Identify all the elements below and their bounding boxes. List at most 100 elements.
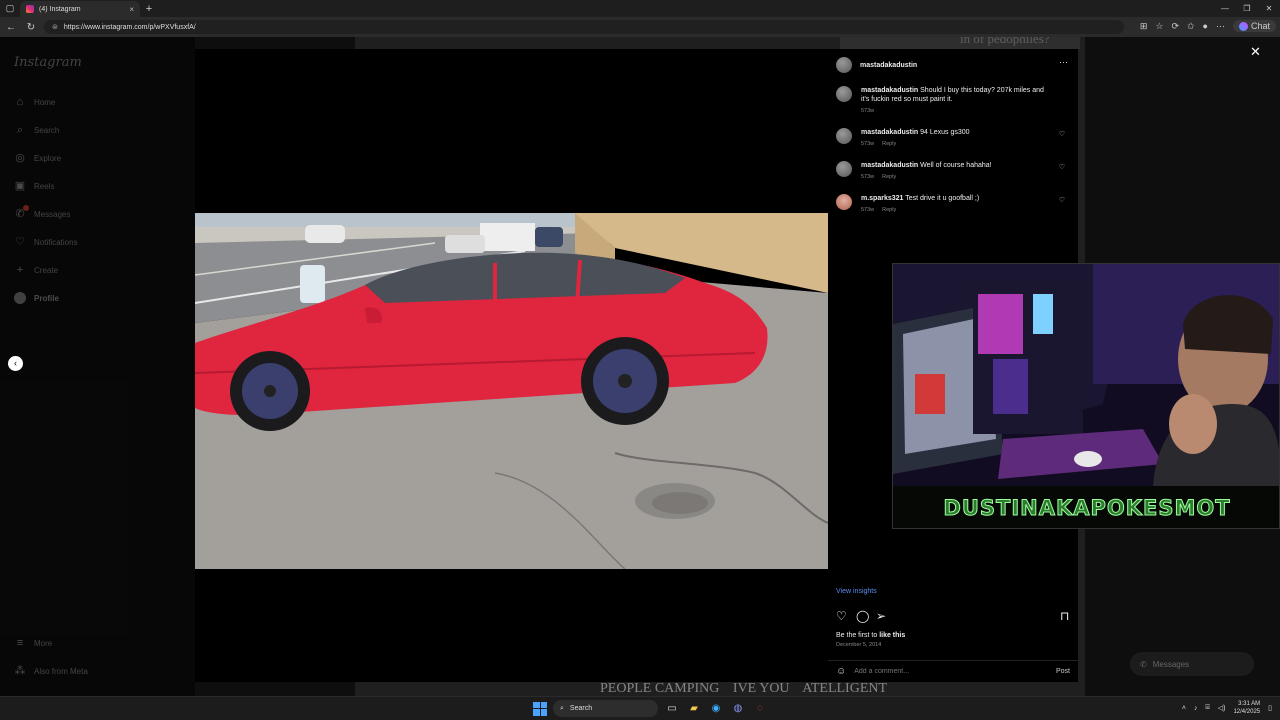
close-modal-icon[interactable]: ✕ — [1250, 44, 1261, 60]
like-comment-heart-icon[interactable]: ♡ — [1059, 163, 1065, 171]
restore-icon[interactable]: ❐ — [1236, 0, 1258, 17]
comment-item: m.sparks321 Test drive it u goofball ;) … — [836, 194, 1071, 213]
clock-time: 3:31 AM — [1238, 701, 1261, 707]
comment-text: 94 Lexus gs300 — [920, 129, 970, 136]
address-bar[interactable]: ⊜ https://www.instagram.com/p/wPXVfusxfA… — [44, 20, 1124, 34]
share-send-icon[interactable]: ➢ — [876, 609, 886, 623]
discord-icon[interactable]: ◍ — [730, 701, 746, 717]
comment-age: 573w — [861, 141, 875, 147]
post-header: mastadakadustin — [836, 57, 917, 73]
profile-icon[interactable]: ● — [1203, 21, 1208, 31]
comment-bubble-icon[interactable]: ◯ — [856, 609, 869, 623]
minimize-icon[interactable]: — — [1214, 0, 1236, 17]
browser-toolbar: ← ↻ ⊜ https://www.instagram.com/p/wPXVfu… — [0, 17, 1280, 37]
avatar[interactable] — [836, 86, 852, 102]
view-insights-link[interactable]: View insights — [836, 588, 877, 595]
comment-text: Test drive it u goofball ;) — [905, 195, 980, 202]
tray-overflow-icon[interactable]: ˄ — [1182, 705, 1186, 712]
browser-tab[interactable]: (4) Instagram × — [20, 1, 140, 17]
bookmark-icon[interactable]: ⊓ — [1060, 609, 1069, 623]
taskbar-search-label: Search — [569, 705, 593, 712]
obs-icon[interactable]: ◌ — [752, 701, 768, 717]
comment-item: mastadakadustin 94 Lexus gs300 573w Reply… — [836, 128, 1071, 147]
comment-age: 573w — [861, 108, 875, 114]
copilot-icon — [1238, 21, 1248, 31]
like-comment-heart-icon[interactable]: ♡ — [1059, 130, 1065, 138]
instagram-favicon-icon — [26, 5, 34, 13]
favorite-star-icon[interactable]: ☆ — [1155, 21, 1163, 32]
likes-summary: Be the first to like this — [836, 632, 905, 639]
comment-user[interactable]: mastadakadustin — [861, 162, 918, 169]
reply-button[interactable]: Reply — [882, 141, 896, 147]
extensions-icon[interactable]: ⟳ — [1171, 21, 1179, 32]
clock-date: 12/4/2025 — [1233, 709, 1261, 715]
avatar[interactable] — [836, 57, 852, 73]
instagram-page: in of pedophiles? PEOPLE CAMPING IVE YOU… — [0, 37, 1280, 696]
copilot-chat-button[interactable]: Chat — [1232, 20, 1276, 32]
comment-user[interactable]: mastadakadustin — [861, 129, 918, 136]
add-comment-input[interactable] — [854, 668, 1048, 675]
comment-text: Well of course hahaha! — [920, 162, 992, 169]
refresh-icon[interactable]: ↻ — [24, 22, 38, 33]
clock[interactable]: 3:31 AM 12/4/2025 — [1233, 700, 1260, 716]
app-available-icon[interactable]: ⊞ — [1140, 21, 1148, 32]
messages-pill-label: Messages — [1152, 659, 1190, 669]
taskbar-search[interactable]: ⌕ Search — [553, 700, 658, 717]
like-this-link[interactable]: like this — [879, 632, 905, 639]
post-actions: ♡ ◯ ➢ ⊓ — [836, 609, 1074, 623]
settings-more-icon[interactable]: ⋯ — [1216, 21, 1225, 32]
edge-browser-icon[interactable]: ◉ — [708, 701, 724, 717]
comment-item: mastadakadustin Well of course hahaha! 5… — [836, 161, 1071, 180]
windows-start-icon[interactable] — [533, 701, 547, 716]
reply-button[interactable]: Reply — [882, 207, 896, 213]
notification-bell-icon[interactable]: ▯ — [1268, 704, 1272, 712]
reply-button[interactable]: Reply — [882, 174, 896, 180]
like-comment-heart-icon[interactable]: ♡ — [1059, 196, 1065, 204]
screen: { "browser": { "tab_title": "(4) Instagr… — [0, 0, 1280, 720]
site-info-icon[interactable]: ⊜ — [52, 23, 58, 31]
avatar[interactable] — [836, 128, 852, 144]
webcam-scene — [893, 264, 1279, 486]
windows-taskbar: ⌕ Search ▭ ▰ ◉ ◍ ◌ ˄ ♪ ⌸ ◁) 3:31 AM 12/4… — [0, 696, 1280, 720]
likes-prefix: Be the first to — [836, 632, 880, 639]
microphone-icon[interactable]: ♪ — [1194, 705, 1198, 712]
task-view-icon[interactable]: ▭ — [664, 701, 680, 717]
taskbar-apps: ⌕ Search ▭ ▰ ◉ ◍ ◌ — [533, 700, 768, 717]
stream-name-banner: DUSTINAKAPOKESMOT — [893, 486, 1279, 528]
file-explorer-icon[interactable]: ▰ — [686, 701, 702, 717]
chat-label: Chat — [1250, 21, 1270, 31]
previous-post-button[interactable]: ‹ — [8, 356, 23, 371]
search-icon: ⌕ — [560, 704, 564, 712]
tab-title: (4) Instagram — [39, 5, 81, 13]
toolbar-right: ⊞ ☆ ⟳ ✩ ● ⋯ Chat — [1140, 20, 1276, 32]
new-tab-button[interactable]: + — [140, 3, 158, 15]
favorites-icon[interactable]: ✩ — [1187, 21, 1195, 32]
close-window-icon[interactable]: ✕ — [1258, 0, 1280, 17]
volume-icon[interactable]: ◁) — [1218, 704, 1226, 712]
avatar[interactable] — [836, 161, 852, 177]
tab-close-icon[interactable]: × — [129, 5, 134, 14]
add-comment-bar: ☺ Post — [828, 660, 1078, 682]
comment-user[interactable]: m.sparks321 — [861, 195, 903, 202]
post-comment-button[interactable]: Post — [1056, 668, 1070, 675]
system-tray: ˄ ♪ ⌸ ◁) 3:31 AM 12/4/2025 ▯ — [1182, 700, 1272, 716]
post-author[interactable]: mastadakadustin — [860, 62, 917, 69]
emoji-smile-icon[interactable]: ☺ — [836, 666, 846, 677]
post-photo-red-lexus — [195, 213, 828, 569]
network-icon[interactable]: ⌸ — [1206, 704, 1210, 712]
car-photo — [195, 213, 828, 569]
stream-name-text: DUSTINAKAPOKESMOT — [943, 496, 1231, 521]
messenger-icon: ✆ — [1140, 659, 1147, 669]
back-icon[interactable]: ← — [4, 22, 18, 33]
like-heart-icon[interactable]: ♡ — [836, 609, 847, 623]
window-controls: — ❐ ✕ — [1214, 0, 1280, 17]
post-media[interactable] — [195, 49, 828, 682]
tab-actions-icon[interactable]: ▢ — [0, 0, 20, 17]
avatar[interactable] — [836, 194, 852, 210]
more-options-icon[interactable]: ··· — [1059, 57, 1068, 67]
browser-tab-bar: ▢ (4) Instagram × + — ❐ ✕ — [0, 0, 1280, 17]
comment-user[interactable]: mastadakadustin — [861, 87, 918, 94]
messages-pill[interactable]: ✆ Messages — [1130, 652, 1254, 676]
post-date: December 5, 2014 — [836, 642, 882, 648]
comment-age: 573w — [861, 207, 875, 213]
